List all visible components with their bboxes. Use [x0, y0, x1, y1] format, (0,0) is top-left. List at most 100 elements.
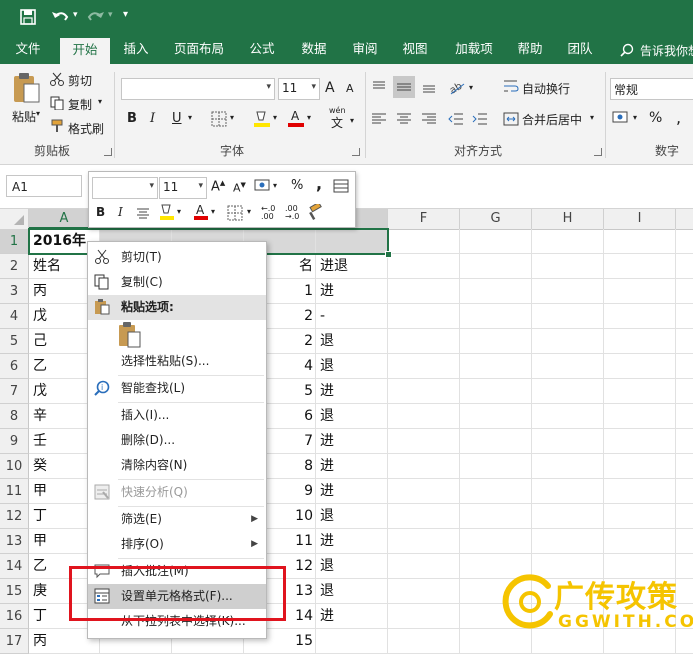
align-right-icon[interactable]	[421, 111, 437, 127]
tab-team[interactable]: 团队	[558, 36, 602, 64]
row-header[interactable]: 11	[0, 479, 29, 504]
tab-home[interactable]: 开始	[60, 38, 110, 64]
mini-align-center-icon[interactable]	[136, 206, 150, 220]
tab-view[interactable]: 视图	[393, 36, 437, 64]
mini-accounting-icon[interactable]	[254, 178, 272, 194]
align-center-icon[interactable]	[396, 111, 412, 127]
alignment-launcher-icon[interactable]	[594, 148, 602, 156]
underline-dropdown[interactable]: ▾	[188, 113, 192, 122]
cell-e-9[interactable]: 进	[320, 429, 384, 454]
underline-button[interactable]: U	[172, 111, 182, 126]
tab-data[interactable]: 数据	[292, 36, 336, 64]
paste-label[interactable]: 粘贴	[12, 108, 36, 125]
menu-item-sort[interactable]: 排序(O) ▶	[88, 532, 266, 557]
tab-review[interactable]: 审阅	[343, 36, 387, 64]
menu-item-smart-lookup[interactable]: i 智能查找(L)	[88, 376, 266, 401]
align-left-icon[interactable]	[371, 111, 387, 127]
menu-item-delete[interactable]: 删除(D)...	[88, 428, 266, 453]
font-launcher-icon[interactable]	[352, 148, 360, 156]
mini-increase-decimal-button[interactable]: ←.0.00	[261, 205, 275, 221]
cell-e-10[interactable]: 进	[320, 454, 384, 479]
fill-handle[interactable]	[385, 251, 392, 258]
phonetic-dropdown[interactable]: ▾	[350, 116, 354, 125]
row-header[interactable]: 7	[0, 379, 29, 404]
tab-help[interactable]: 帮助	[508, 36, 552, 64]
increase-indent-icon[interactable]	[472, 111, 488, 127]
cell-e-7[interactable]: 进	[320, 379, 384, 404]
merge-center-button[interactable]: 合并后居中	[522, 111, 582, 128]
row-header[interactable]: 17	[0, 629, 29, 654]
mini-borders-icon[interactable]	[227, 205, 243, 221]
mini-font-color-dropdown[interactable]: ▾	[211, 207, 215, 216]
orientation-dropdown[interactable]: ▾	[469, 83, 473, 92]
font-color-dropdown[interactable]: ▾	[307, 113, 311, 122]
row-header[interactable]: 6	[0, 354, 29, 379]
percent-button[interactable]: %	[649, 110, 662, 126]
orientation-icon[interactable]: ab	[448, 78, 466, 96]
cell-e-16[interactable]: 进	[320, 604, 384, 629]
row-header[interactable]: 10	[0, 454, 29, 479]
mini-decrease-font-button[interactable]: A▼	[233, 181, 246, 195]
decrease-indent-icon[interactable]	[448, 111, 464, 127]
column-header-g[interactable]: G	[460, 209, 532, 229]
number-format-combo[interactable]: 常规	[610, 78, 693, 100]
column-header-h[interactable]: H	[532, 209, 604, 229]
cell-e-15[interactable]: 退	[320, 579, 384, 604]
column-header-f[interactable]: F	[388, 209, 460, 229]
undo-dropdown[interactable]: ▾	[73, 10, 78, 20]
save-icon[interactable]	[20, 9, 36, 25]
fill-color-icon[interactable]	[253, 108, 271, 128]
column-header-i[interactable]: I	[604, 209, 676, 229]
cell-e-6[interactable]: 退	[320, 354, 384, 379]
mini-accounting-dropdown[interactable]: ▾	[273, 181, 277, 190]
italic-button[interactable]: I	[150, 111, 155, 126]
borders-dropdown[interactable]: ▾	[230, 113, 234, 122]
row-header[interactable]: 12	[0, 504, 29, 529]
row-header[interactable]: 13	[0, 529, 29, 554]
align-middle-button[interactable]	[393, 76, 415, 98]
wrap-text-button[interactable]: 自动换行	[522, 80, 570, 97]
mini-font-combo[interactable]: ▾	[92, 177, 158, 199]
name-box[interactable]: A1	[6, 175, 82, 197]
cell-e-17[interactable]	[320, 629, 384, 654]
fill-color-dropdown[interactable]: ▾	[273, 113, 277, 122]
cell-e-8[interactable]: 退	[320, 404, 384, 429]
row-header[interactable]: 5	[0, 329, 29, 354]
undo-icon[interactable]	[50, 8, 70, 26]
row-header[interactable]: 4	[0, 304, 29, 329]
mini-format-table-icon[interactable]	[333, 178, 349, 194]
cell-e-3[interactable]: 进	[320, 279, 384, 304]
format-painter-button[interactable]: 格式刷	[68, 120, 104, 137]
accounting-format-icon[interactable]	[612, 110, 630, 126]
row-header[interactable]: 15	[0, 579, 29, 604]
menu-item-clear-contents[interactable]: 清除内容(N)	[88, 453, 266, 478]
menu-item-paste-special[interactable]: 选择性粘贴(S)...	[88, 349, 266, 374]
mini-comma-button[interactable]: ,	[316, 174, 322, 193]
menu-item-insert[interactable]: 插入(I)...	[88, 403, 266, 428]
font-color-icon[interactable]: A	[287, 108, 305, 128]
tab-addins[interactable]: 加载项	[446, 36, 502, 64]
cell-e-11[interactable]: 进	[320, 479, 384, 504]
cell-e-13[interactable]: 进	[320, 529, 384, 554]
decrease-font-button[interactable]: A	[346, 82, 354, 95]
mini-borders-dropdown[interactable]: ▾	[247, 207, 251, 216]
cell-e-2[interactable]: 进退	[320, 254, 384, 279]
tab-page-layout[interactable]: 页面布局	[166, 36, 232, 64]
font-name-combo[interactable]: ▾	[121, 78, 275, 100]
comma-style-button[interactable]: ,	[676, 108, 681, 127]
clipboard-launcher-icon[interactable]	[104, 148, 112, 156]
mini-italic-button[interactable]: I	[118, 205, 123, 219]
mini-size-combo[interactable]: 11 ▾	[159, 177, 207, 199]
merge-dropdown[interactable]: ▾	[590, 113, 594, 122]
row-header[interactable]: 3	[0, 279, 29, 304]
borders-icon[interactable]	[211, 111, 227, 127]
row-header[interactable]: 14	[0, 554, 29, 579]
row-header[interactable]: 2	[0, 254, 29, 279]
accounting-dropdown[interactable]: ▾	[633, 113, 637, 122]
row-header[interactable]: 8	[0, 404, 29, 429]
row-header[interactable]: 9	[0, 429, 29, 454]
align-bottom-icon[interactable]	[421, 79, 437, 95]
copy-dropdown[interactable]: ▾	[98, 97, 102, 106]
cut-button[interactable]: 剪切	[68, 72, 92, 89]
menu-item-copy[interactable]: 复制(C)	[88, 270, 266, 295]
